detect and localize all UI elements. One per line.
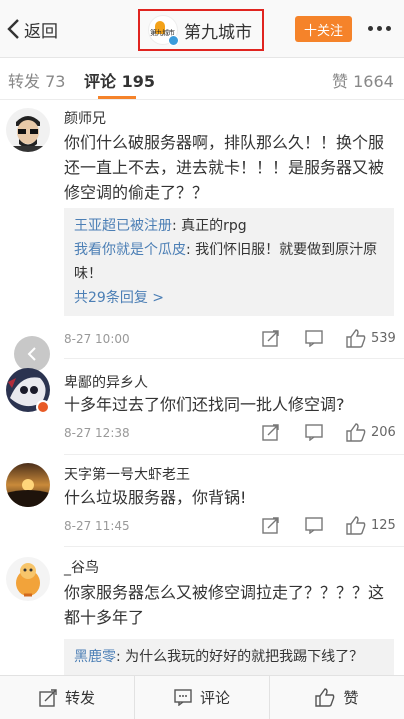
comment-time: 8-27 10:00 <box>64 332 130 346</box>
chevron-left-icon <box>7 19 19 39</box>
comment-text: 你家服务器怎么又被修空调拉走了？？？？这都十多年了 <box>64 583 385 627</box>
thumbs-up-icon <box>346 516 366 535</box>
tab-reposts[interactable]: 转发 73 <box>8 68 65 92</box>
comment-text: 什么垃圾服务器，你背锅! <box>64 488 247 507</box>
account-logo: 第九城市 <box>148 15 179 46</box>
back-button[interactable]: 返回 <box>6 14 58 44</box>
thumbs-up-icon <box>346 329 366 348</box>
bottom-action-bar: 转发 评论 赞 <box>0 675 404 719</box>
reply-username[interactable]: 王亚超已被注册 <box>74 218 172 234</box>
like-button[interactable]: 539 <box>346 329 396 348</box>
page-title: 第九城市 <box>184 22 252 43</box>
share-icon[interactable] <box>262 517 279 534</box>
divider <box>64 358 404 359</box>
back-label: 返回 <box>24 21 58 42</box>
comment-username[interactable]: _谷鸟 <box>64 557 99 577</box>
comment-text: 十多年过去了你们还找同一批人修空调? <box>64 395 345 414</box>
comment-username[interactable]: 颜师兄 <box>64 108 106 128</box>
tab-bar: 转发 73 评论 195 赞 1664 <box>0 58 404 100</box>
like-button[interactable]: 206 <box>346 423 396 442</box>
share-icon[interactable] <box>262 330 279 347</box>
like-label: 赞 <box>343 689 359 707</box>
comment-item: 颜师兄 你们什么破服务器啊，排队那么久！！换个服还一直上不去，进去就卡！！！是服… <box>0 100 404 360</box>
reply-username[interactable]: 我看你就是个瓜皮 <box>74 242 186 258</box>
comment-time: 8-27 11:45 <box>64 519 130 533</box>
comment-username[interactable]: 卑鄙的异乡人 <box>64 372 148 392</box>
like-post-button[interactable]: 赞 <box>269 676 404 719</box>
thumbs-up-icon <box>346 423 366 442</box>
comment-item: _谷鸟 你家服务器怎么又被修空调拉走了？？？？这都十多年了 黑鹿零: 为什么我玩… <box>0 547 404 675</box>
avatar[interactable] <box>6 463 50 507</box>
comment-icon <box>174 689 192 706</box>
like-count: 206 <box>371 425 396 440</box>
comment-text: 你们什么破服务器啊，排队那么久！！换个服还一直上不去，进去就卡！！！是服务器又被… <box>64 133 385 202</box>
reply-box[interactable]: 王亚超已被注册: 真正的rpg 我看你就是个瓜皮: 我们怀旧服！就要做到原汁原味… <box>64 208 394 316</box>
comment-label: 评论 <box>199 689 230 707</box>
avatar[interactable] <box>6 108 50 152</box>
comment-item: 天字第一号大虾老王 什么垃圾服务器，你背锅! 8-27 11:45 125 <box>0 455 404 547</box>
tab-active-indicator <box>98 96 136 99</box>
badge-icon <box>36 400 50 414</box>
avatar[interactable] <box>6 557 50 601</box>
comment-item: 卑鄙的异乡人 十多年过去了你们还找同一批人修空调? 8-27 12:38 206 <box>0 360 404 455</box>
reply-icon[interactable] <box>305 517 323 534</box>
reply-icon[interactable] <box>305 330 323 347</box>
like-count: 125 <box>371 518 396 533</box>
comment-username[interactable]: 天字第一号大虾老王 <box>64 464 190 484</box>
comment-time: 8-27 12:38 <box>64 426 130 440</box>
repost-icon <box>39 688 57 707</box>
reply-username[interactable]: 黑鹿零 <box>74 649 116 665</box>
more-replies-link[interactable]: 共29条回复 > <box>74 286 384 310</box>
top-nav: 返回 第九城市 第九城市 十关注 <box>0 0 404 58</box>
share-icon[interactable] <box>262 424 279 441</box>
account-title[interactable]: 第九城市 第九城市 <box>138 9 264 51</box>
like-button[interactable]: 125 <box>346 516 396 535</box>
tab-comments[interactable]: 评论 195 <box>84 68 155 92</box>
like-count: 539 <box>371 331 396 346</box>
reply-icon[interactable] <box>305 424 323 441</box>
reply-item: 我看你就是个瓜皮: 我们怀旧服！就要做到原汁原味！ <box>74 242 378 282</box>
follow-button[interactable]: 十关注 <box>295 16 352 42</box>
tab-likes[interactable]: 赞 1664 <box>332 68 394 92</box>
more-icon[interactable] <box>368 26 391 31</box>
reply-item: 王亚超已被注册: 真正的rpg <box>74 218 247 234</box>
reply-item: 黑鹿零: 为什么我玩的好好的就把我踢下线了？ <box>74 649 364 665</box>
verified-icon <box>168 35 179 46</box>
thumbs-up-icon <box>315 688 335 707</box>
repost-label: 转发 <box>64 689 95 707</box>
repost-button[interactable]: 转发 <box>0 676 134 719</box>
reply-box[interactable]: 黑鹿零: 为什么我玩的好好的就把我踢下线了？ <box>64 639 394 675</box>
comment-button[interactable]: 评论 <box>134 676 269 719</box>
